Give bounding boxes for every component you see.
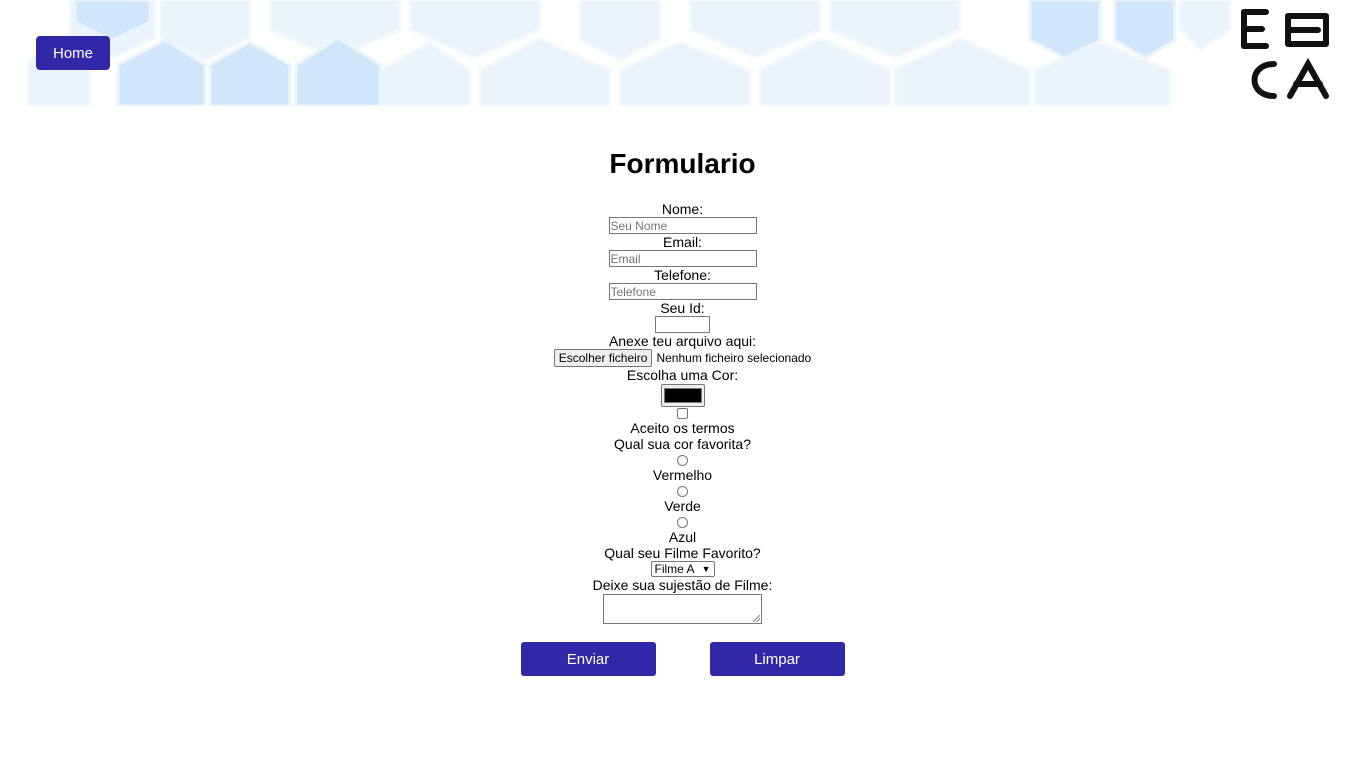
limpar-button[interactable]: Limpar xyxy=(709,642,845,676)
radio-vermelho[interactable] xyxy=(677,455,688,466)
radio-verde[interactable] xyxy=(677,486,688,497)
sugestao-label: Deixe sua sujestão de Filme: xyxy=(592,577,773,593)
filme-label: Qual seu Filme Favorito? xyxy=(604,545,761,561)
email-input[interactable] xyxy=(608,250,757,267)
file-input[interactable]: Escolher ficheiro Nenhum ficheiro seleci… xyxy=(553,349,812,367)
home-button[interactable]: Home xyxy=(36,36,110,70)
radio-label-verde: Verde xyxy=(664,498,701,514)
telefone-input[interactable] xyxy=(608,283,757,300)
arquivo-label: Anexe teu arquivo aqui: xyxy=(608,333,757,349)
cor-label: Escolha uma Cor: xyxy=(626,367,739,383)
cor-favorita-label: Qual sua cor favorita? xyxy=(614,436,751,452)
color-picker[interactable] xyxy=(660,384,705,407)
contact-form: Nome: Email: Telefone: Seu Id: Anexe teu… xyxy=(0,201,1365,676)
termos-checkbox[interactable] xyxy=(677,408,688,419)
nome-input[interactable] xyxy=(608,217,757,234)
chevron-down-icon: ▼ xyxy=(701,564,711,574)
telefone-label: Telefone: xyxy=(654,267,711,283)
radio-azul[interactable] xyxy=(677,517,688,528)
form-actions: Enviar Limpar xyxy=(520,642,845,676)
filme-select[interactable]: Filme A ▼ xyxy=(650,561,715,577)
file-status: Nenhum ficheiro selecionado xyxy=(656,351,812,365)
sugestao-textarea[interactable] xyxy=(603,594,762,624)
choose-file-button[interactable]: Escolher ficheiro xyxy=(553,349,653,367)
page-title: Formulario xyxy=(609,148,756,179)
resize-grip-icon[interactable] xyxy=(753,615,760,622)
enviar-button[interactable]: Enviar xyxy=(520,642,656,676)
header-banner: Home xyxy=(0,0,1365,106)
hexagon-background xyxy=(26,0,1232,106)
id-input[interactable] xyxy=(655,316,710,333)
nome-label: Nome: xyxy=(661,201,704,217)
radio-label-azul: Azul xyxy=(668,529,697,545)
radio-label-vermelho: Vermelho xyxy=(652,467,713,483)
color-swatch xyxy=(663,388,702,403)
id-label: Seu Id: xyxy=(660,300,705,316)
email-label: Email: xyxy=(663,234,702,250)
filme-selected-value: Filme A xyxy=(654,562,695,576)
ebac-logo xyxy=(1241,9,1329,99)
termos-label: Aceito os termos xyxy=(630,420,735,436)
